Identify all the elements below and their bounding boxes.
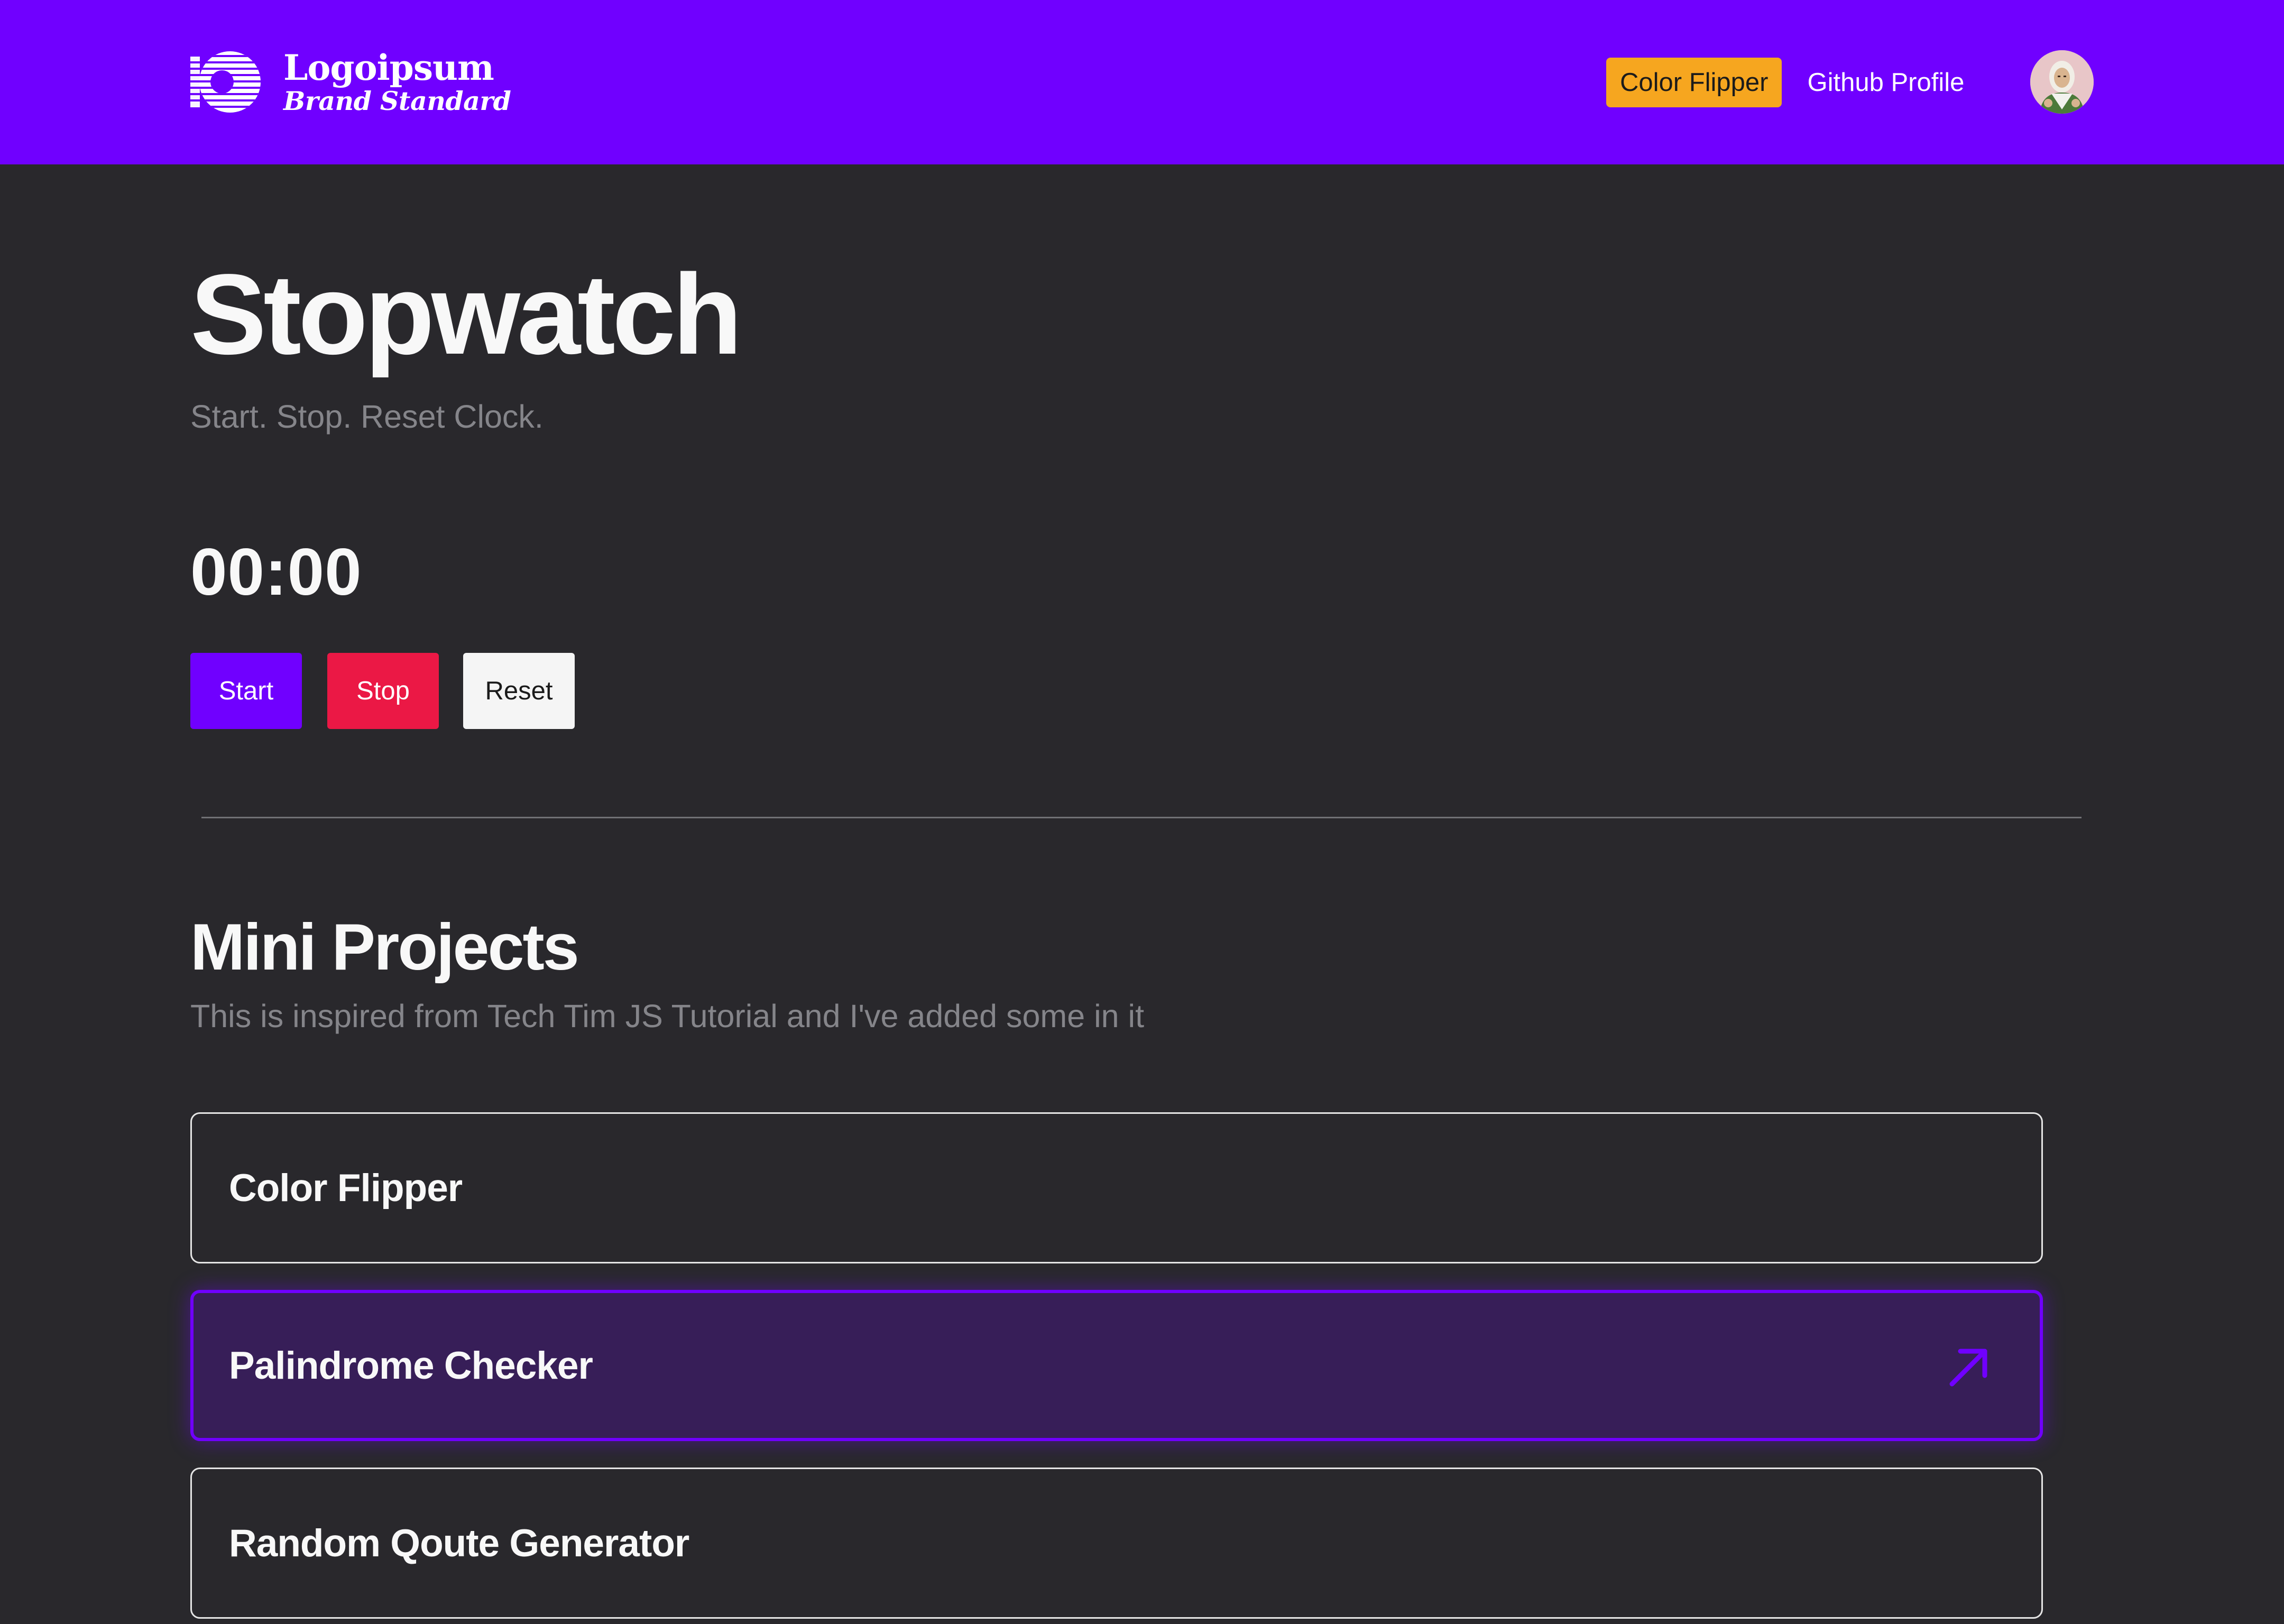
top-navbar: Logoipsum Brand Standard Color Flipper G…: [0, 0, 2284, 164]
section-divider: [201, 817, 2082, 818]
stop-button[interactable]: Stop: [327, 653, 439, 729]
project-card-label: Palindrome Checker: [229, 1344, 593, 1387]
page-subtitle: Start. Stop. Reset Clock.: [190, 399, 544, 435]
project-card-label: Color Flipper: [229, 1166, 463, 1210]
start-button[interactable]: Start: [190, 653, 302, 729]
mini-projects-title: Mini Projects: [190, 911, 579, 984]
logo-name: Logoipsum: [283, 47, 494, 88]
nav-color-flipper-link[interactable]: Color Flipper: [1606, 58, 1782, 107]
brand-logo[interactable]: Logoipsum Brand Standard: [190, 48, 511, 116]
stopwatch-time-display: 00:00: [190, 536, 362, 609]
project-card-palindrome-checker[interactable]: Palindrome Checker: [190, 1290, 2043, 1441]
page-title: Stopwatch: [190, 250, 742, 378]
logo-text: Logoipsum Brand Standard: [283, 50, 511, 114]
header-nav: Color Flipper Github Profile: [1606, 57, 1964, 108]
avatar-portrait-icon: [2030, 50, 2094, 114]
logo-subtitle: Brand Standard: [283, 85, 511, 116]
arrow-up-right-icon: [1949, 1349, 1987, 1387]
nav-github-profile-link[interactable]: Github Profile: [1807, 68, 1964, 97]
mini-projects-subtitle: This is inspired from Tech Tim JS Tutori…: [190, 998, 1145, 1034]
logo-mark-icon: [190, 51, 261, 113]
project-card-color-flipper[interactable]: Color Flipper: [190, 1112, 2043, 1263]
reset-button[interactable]: Reset: [463, 653, 575, 729]
user-avatar[interactable]: [2030, 50, 2094, 114]
project-card-label: Random Qoute Generator: [229, 1521, 689, 1565]
project-card-random-quote-generator[interactable]: Random Qoute Generator: [190, 1468, 2043, 1619]
